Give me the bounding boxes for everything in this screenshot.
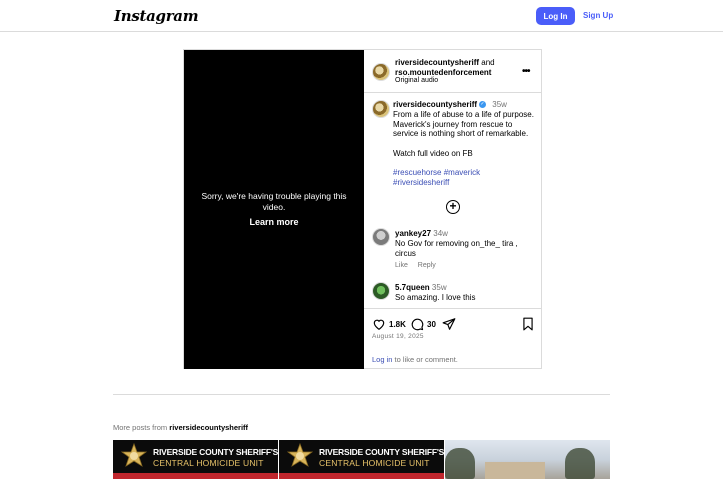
caption-username[interactable]: riversidecountysheriff <box>393 100 477 109</box>
caption-cta: Watch full video on FB <box>393 148 473 158</box>
comment-text: No Gov for removing on_the_ tira , circu… <box>395 239 518 258</box>
comment-username[interactable]: yankey27 <box>395 229 431 238</box>
top-nav-bar: Instagram Log In Sign Up <box>0 0 723 32</box>
login-to-like-link[interactable]: Log in <box>372 355 392 364</box>
collaborator-username[interactable]: rso.mountedenforcement <box>395 68 491 77</box>
share-icon[interactable] <box>442 317 456 331</box>
tree-shape <box>445 448 475 479</box>
comment-avatar[interactable] <box>372 282 390 300</box>
thumbnail-banner <box>113 473 278 479</box>
post-card: Sorry, we're having trouble playing this… <box>183 49 542 369</box>
building-shape <box>485 462 545 479</box>
post-thumbnail[interactable]: RIVERSIDE COUNTY SHERIFF'S OFFICE CENTRA… <box>113 440 278 479</box>
thumbnail-subtitle: CENTRAL HOMICIDE UNIT <box>153 458 264 468</box>
comment-count[interactable]: 30 <box>427 320 436 329</box>
post-thumbnail[interactable] <box>445 440 610 479</box>
comment-time: 34w <box>433 229 448 238</box>
comment-avatar[interactable] <box>372 228 390 246</box>
caption-text: From a life of abuse to a life of purpos… <box>393 110 538 188</box>
author-avatar[interactable] <box>372 63 390 81</box>
sheriff-star-icon <box>121 443 147 467</box>
hashtag-link[interactable]: #rescuehorse <box>393 168 441 177</box>
thumbnail-subtitle: CENTRAL HOMICIDE UNIT <box>319 458 430 468</box>
like-count[interactable]: 1.8K <box>389 320 406 329</box>
thumbnail-title: RIVERSIDE COUNTY SHERIFF'S OFFICE <box>153 447 278 457</box>
and-text: and <box>481 58 495 67</box>
sheriff-star-icon <box>287 443 313 467</box>
comment-time: 35w <box>431 283 447 292</box>
more-posts-heading: More posts from riversidecountysheriff <box>113 423 249 432</box>
section-divider <box>113 394 610 395</box>
comment-text: So amazing. I love this <box>395 293 476 302</box>
learn-more-link[interactable]: Learn more <box>184 217 364 227</box>
caption-time: 35w <box>492 100 507 109</box>
comment-icon[interactable] <box>410 317 424 331</box>
bookmark-icon[interactable] <box>522 317 534 331</box>
post-actions: 1.8K 30 August 19, 2025 Log in to like o… <box>364 308 542 369</box>
more-options-icon[interactable]: ••• <box>522 66 530 77</box>
signup-link[interactable]: Sign Up <box>583 11 613 20</box>
login-button[interactable]: Log In <box>536 7 575 25</box>
reply-comment-link[interactable]: Reply <box>418 262 436 269</box>
thumbnail-banner <box>279 473 444 479</box>
audio-label[interactable]: Original audio <box>395 77 438 84</box>
like-comment-link[interactable]: Like <box>395 262 408 269</box>
verified-badge-icon: ✓ <box>479 101 487 109</box>
tree-shape <box>565 448 595 479</box>
instagram-logo[interactable]: Instagram <box>114 7 199 25</box>
post-thumbnail[interactable]: RIVERSIDE COUNTY SHERIFF'S OFFICE CENTRA… <box>279 440 444 479</box>
plus-circle-icon[interactable]: + <box>446 200 460 214</box>
hashtag-link[interactable]: #riversidesheriff <box>393 178 449 187</box>
more-posts-username[interactable]: riversidecountysheriff <box>169 423 248 432</box>
caption-avatar[interactable] <box>372 100 390 118</box>
author-username[interactable]: riversidecountysheriff <box>395 58 479 67</box>
post-sidebar: riversidecountysheriff and rso.mounteden… <box>364 50 542 369</box>
comment-username[interactable]: 5.7queen <box>395 283 430 292</box>
post-header: riversidecountysheriff and rso.mounteden… <box>364 50 542 93</box>
thumbnail-title: RIVERSIDE COUNTY SHERIFF'S OFFICE <box>319 447 444 457</box>
login-prompt-text: to like or comment. <box>394 355 458 364</box>
hashtag-link[interactable]: #maverick <box>444 168 480 177</box>
post-date: August 19, 2025 <box>372 333 424 340</box>
video-error-message: Sorry, we're having trouble playing this… <box>201 191 347 212</box>
heart-icon[interactable] <box>372 317 386 331</box>
video-player[interactable]: Sorry, we're having trouble playing this… <box>184 50 364 369</box>
